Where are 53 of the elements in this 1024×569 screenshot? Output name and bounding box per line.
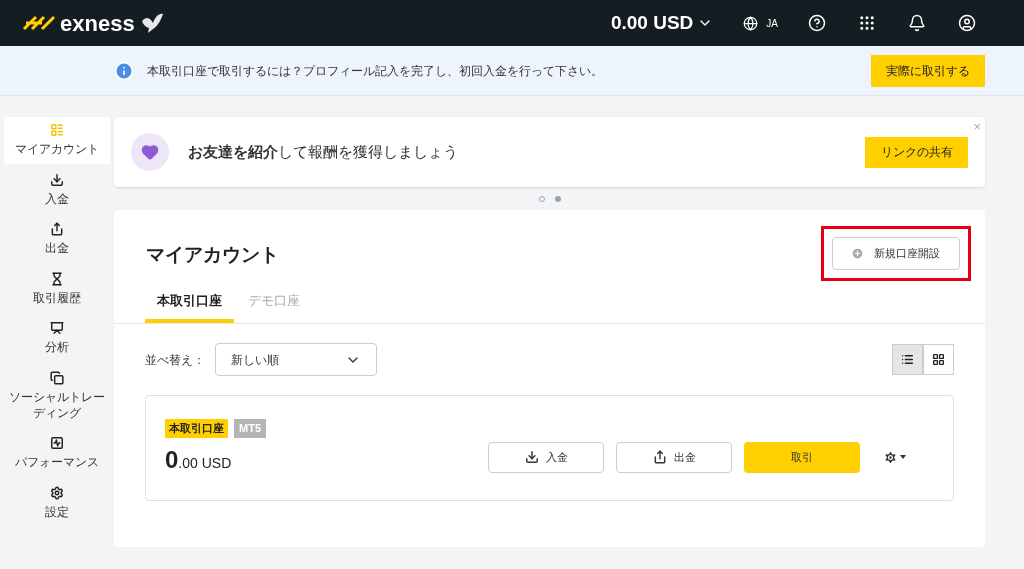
sidebar-item[interactable]: パフォーマンス (4, 430, 110, 477)
help-icon[interactable] (808, 14, 826, 32)
logo-icon (22, 15, 56, 31)
promo-text: お友達を紹介して報酬を獲得しましょう (188, 141, 458, 162)
list-view-button[interactable] (892, 344, 923, 375)
settings-icon (50, 485, 64, 500)
list-icon (901, 353, 914, 366)
sort-dropdown[interactable]: 新しい順 (215, 343, 377, 376)
hourglass-icon (50, 271, 64, 286)
heart-badge-icon (131, 133, 169, 171)
sidebar-item[interactable]: 設定 (4, 479, 110, 527)
settings-icon (883, 449, 898, 465)
sidebar-item[interactable]: マイアカウント (4, 117, 110, 164)
panel-title: マイアカウント (146, 243, 279, 267)
activity-icon (50, 436, 64, 451)
plus-icon (851, 247, 864, 260)
withdraw-button[interactable]: 出金 (616, 441, 732, 473)
account-icon (50, 123, 64, 137)
sidebar-item[interactable]: 分析 (4, 315, 110, 362)
share-link-button[interactable]: リンクの共有 (865, 136, 968, 168)
platform-tag: MT5 (234, 418, 266, 438)
sidebar-item[interactable]: 入金 (4, 166, 110, 214)
chart-board-icon (50, 321, 64, 336)
language-button[interactable]: JA (743, 15, 778, 31)
account-tab[interactable]: 本取引口座 (145, 283, 234, 323)
sidebar-item[interactable]: 取引履歴 (4, 265, 110, 313)
info-icon (114, 60, 134, 81)
new-account-button[interactable]: 新規口座開設 (832, 237, 960, 270)
copy-icon (50, 370, 64, 385)
balance-integer: 0 (165, 444, 179, 475)
upload-icon (652, 450, 667, 464)
settings-menu-button[interactable] (883, 449, 906, 465)
sort-label: 並べ替え： (145, 351, 205, 369)
balance-fraction: .00 USD (178, 454, 232, 473)
globe-icon (743, 15, 759, 31)
sidebar-item[interactable]: 出金 (4, 216, 110, 263)
deposit-button[interactable]: 入金 (488, 441, 604, 473)
logo[interactable]: exness (60, 6, 135, 40)
trade-real-button[interactable]: 実際に取引する (871, 54, 985, 87)
download-icon (524, 450, 539, 464)
balance-dropdown[interactable]: 0.00 USD (610, 8, 714, 38)
notification-icon[interactable] (908, 14, 926, 32)
grid-view-button[interactable] (923, 344, 954, 375)
caret-icon (900, 455, 906, 459)
download-icon (50, 172, 64, 187)
profile-icon[interactable] (958, 14, 976, 32)
apps-grid-icon[interactable] (858, 14, 876, 32)
notice-text: 本取引口座で取引するには？プロフィール記入を完了し、初回入金を行って下さい。 (147, 62, 603, 80)
upload-icon (50, 222, 64, 237)
grid-icon (932, 353, 945, 366)
sidebar-item[interactable]: ソーシャルトレーディング (4, 364, 110, 428)
account-type-tag: 本取引口座 (165, 418, 228, 438)
trade-button[interactable]: 取引 (744, 441, 860, 473)
